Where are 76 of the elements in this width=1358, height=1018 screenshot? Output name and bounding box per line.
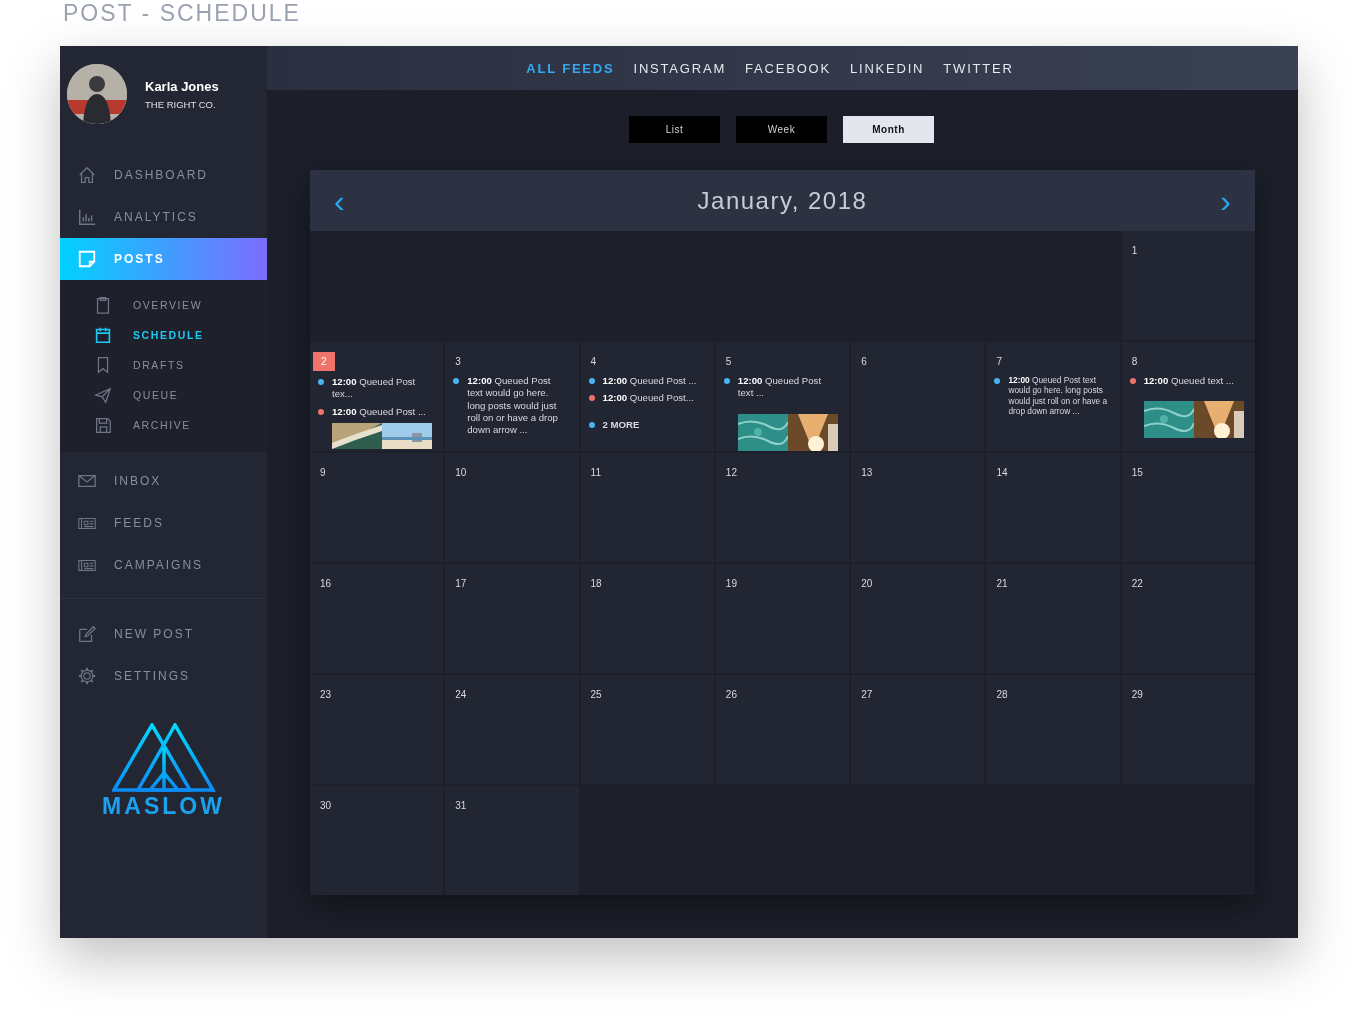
sidebar-item[interactable]: SCHEDULE <box>60 320 267 350</box>
day-number: 1 <box>1130 244 1139 258</box>
sidebar-item[interactable]: INBOX <box>60 460 267 502</box>
logo-text: MASLOW <box>102 793 225 820</box>
house-icon <box>77 165 97 185</box>
next-button[interactable]: › <box>1216 184 1235 217</box>
event-text[interactable]: 12:00 Queued Post text ... <box>737 375 840 400</box>
day-number: 27 <box>860 688 874 702</box>
view-button[interactable]: List <box>629 116 720 143</box>
day-number: 20 <box>860 577 874 591</box>
day-number: 26 <box>724 688 738 702</box>
day-number: 4 <box>589 355 598 369</box>
day-number: 19 <box>724 577 738 591</box>
logo-icon <box>111 723 216 793</box>
day-number: 29 <box>1130 688 1144 702</box>
sidebar-item[interactable]: QUEUE <box>60 380 267 410</box>
feed-tab[interactable]: LINKEDIN <box>849 60 925 76</box>
sidebar-item[interactable]: DASHBOARD <box>60 154 267 196</box>
event-text[interactable]: 12:00 Queued Post ... <box>332 405 426 418</box>
day-number: 8 <box>1130 355 1139 369</box>
sidebar-item[interactable]: ANALYTICS <box>60 196 267 238</box>
day-number: 23 <box>319 688 333 702</box>
sidebar-item[interactable]: NEW POST <box>60 613 267 655</box>
sidebar-item[interactable]: OVERVIEW <box>60 290 267 320</box>
day-number: 2 <box>313 352 335 371</box>
day-number: 15 <box>1130 466 1144 480</box>
previous-button[interactable]: ‹ <box>330 184 349 217</box>
calendar-icon <box>93 325 113 345</box>
sidebar-item[interactable]: ARCHIVE <box>60 410 267 440</box>
sidebar-item[interactable]: FEEDS <box>60 502 267 544</box>
day-number: 21 <box>995 577 1009 591</box>
page-title: POST - SCHEDULE <box>63 0 302 28</box>
day-number: 7 <box>995 355 1003 369</box>
day-number: 17 <box>454 577 468 591</box>
settings-icon <box>77 666 97 686</box>
feed-tab[interactable]: TWITTER <box>943 60 1014 76</box>
day-number: 18 <box>589 577 603 591</box>
view-button[interactable]: Week <box>736 116 827 143</box>
event-text[interactable]: 12:00 Queued Post text would go here. long posts would just roll on or have a drop down arrow ... <box>467 375 569 437</box>
feed-tab[interactable]: ALL FEEDS <box>526 60 615 76</box>
day-number: 30 <box>319 799 333 813</box>
event-text[interactable]: 12:00 Queued Post tex... <box>332 376 434 401</box>
more-link[interactable]: 2 MORE <box>602 418 640 431</box>
bar-chart-icon <box>77 207 97 227</box>
sidebar-item[interactable]: DRAFTS <box>60 350 267 380</box>
feed-tab[interactable]: FACEBOOK <box>745 60 831 76</box>
day-number: 31 <box>454 799 468 813</box>
feed-tab[interactable]: INSTAGRAM <box>633 60 727 76</box>
view-button[interactable]: Month <box>843 116 934 143</box>
day-number: 16 <box>319 577 333 591</box>
day-number: 12 <box>724 466 738 480</box>
user-name: Karla Jones <box>145 78 219 94</box>
month-title: January, 2018 <box>697 186 868 215</box>
event-text[interactable]: 12:00 Queued Post ... <box>602 375 697 388</box>
day-number: 13 <box>860 466 874 480</box>
company-name: THE RIGHT CO. <box>145 98 217 110</box>
day-number: 24 <box>454 688 468 702</box>
event-text[interactable]: 12:00 Queued Post... <box>602 392 694 405</box>
sidebar-item[interactable]: CAMPAIGNS <box>60 544 267 586</box>
note-icon <box>77 249 97 269</box>
day-number: 22 <box>1130 577 1144 591</box>
paper-plane-icon <box>93 385 113 405</box>
day-number: 3 <box>454 355 462 369</box>
edit-icon <box>77 624 97 644</box>
day-number: 14 <box>995 466 1009 480</box>
day-number: 5 <box>724 355 733 369</box>
day-number: 9 <box>319 466 327 480</box>
event-text[interactable]: 12:00 Queued text ... <box>1143 375 1234 388</box>
event-text[interactable]: 12:00 Queued Post text would go here. long posts would just roll on or have a drop down arrow ... <box>1008 375 1110 417</box>
day-number: 10 <box>454 466 468 480</box>
day-number: 25 <box>589 688 603 702</box>
sidebar-item[interactable]: SETTINGS <box>60 655 267 697</box>
day-number: 11 <box>589 466 602 480</box>
day-number: 6 <box>860 355 868 369</box>
day-number: 28 <box>995 688 1009 702</box>
avatar <box>67 64 127 124</box>
